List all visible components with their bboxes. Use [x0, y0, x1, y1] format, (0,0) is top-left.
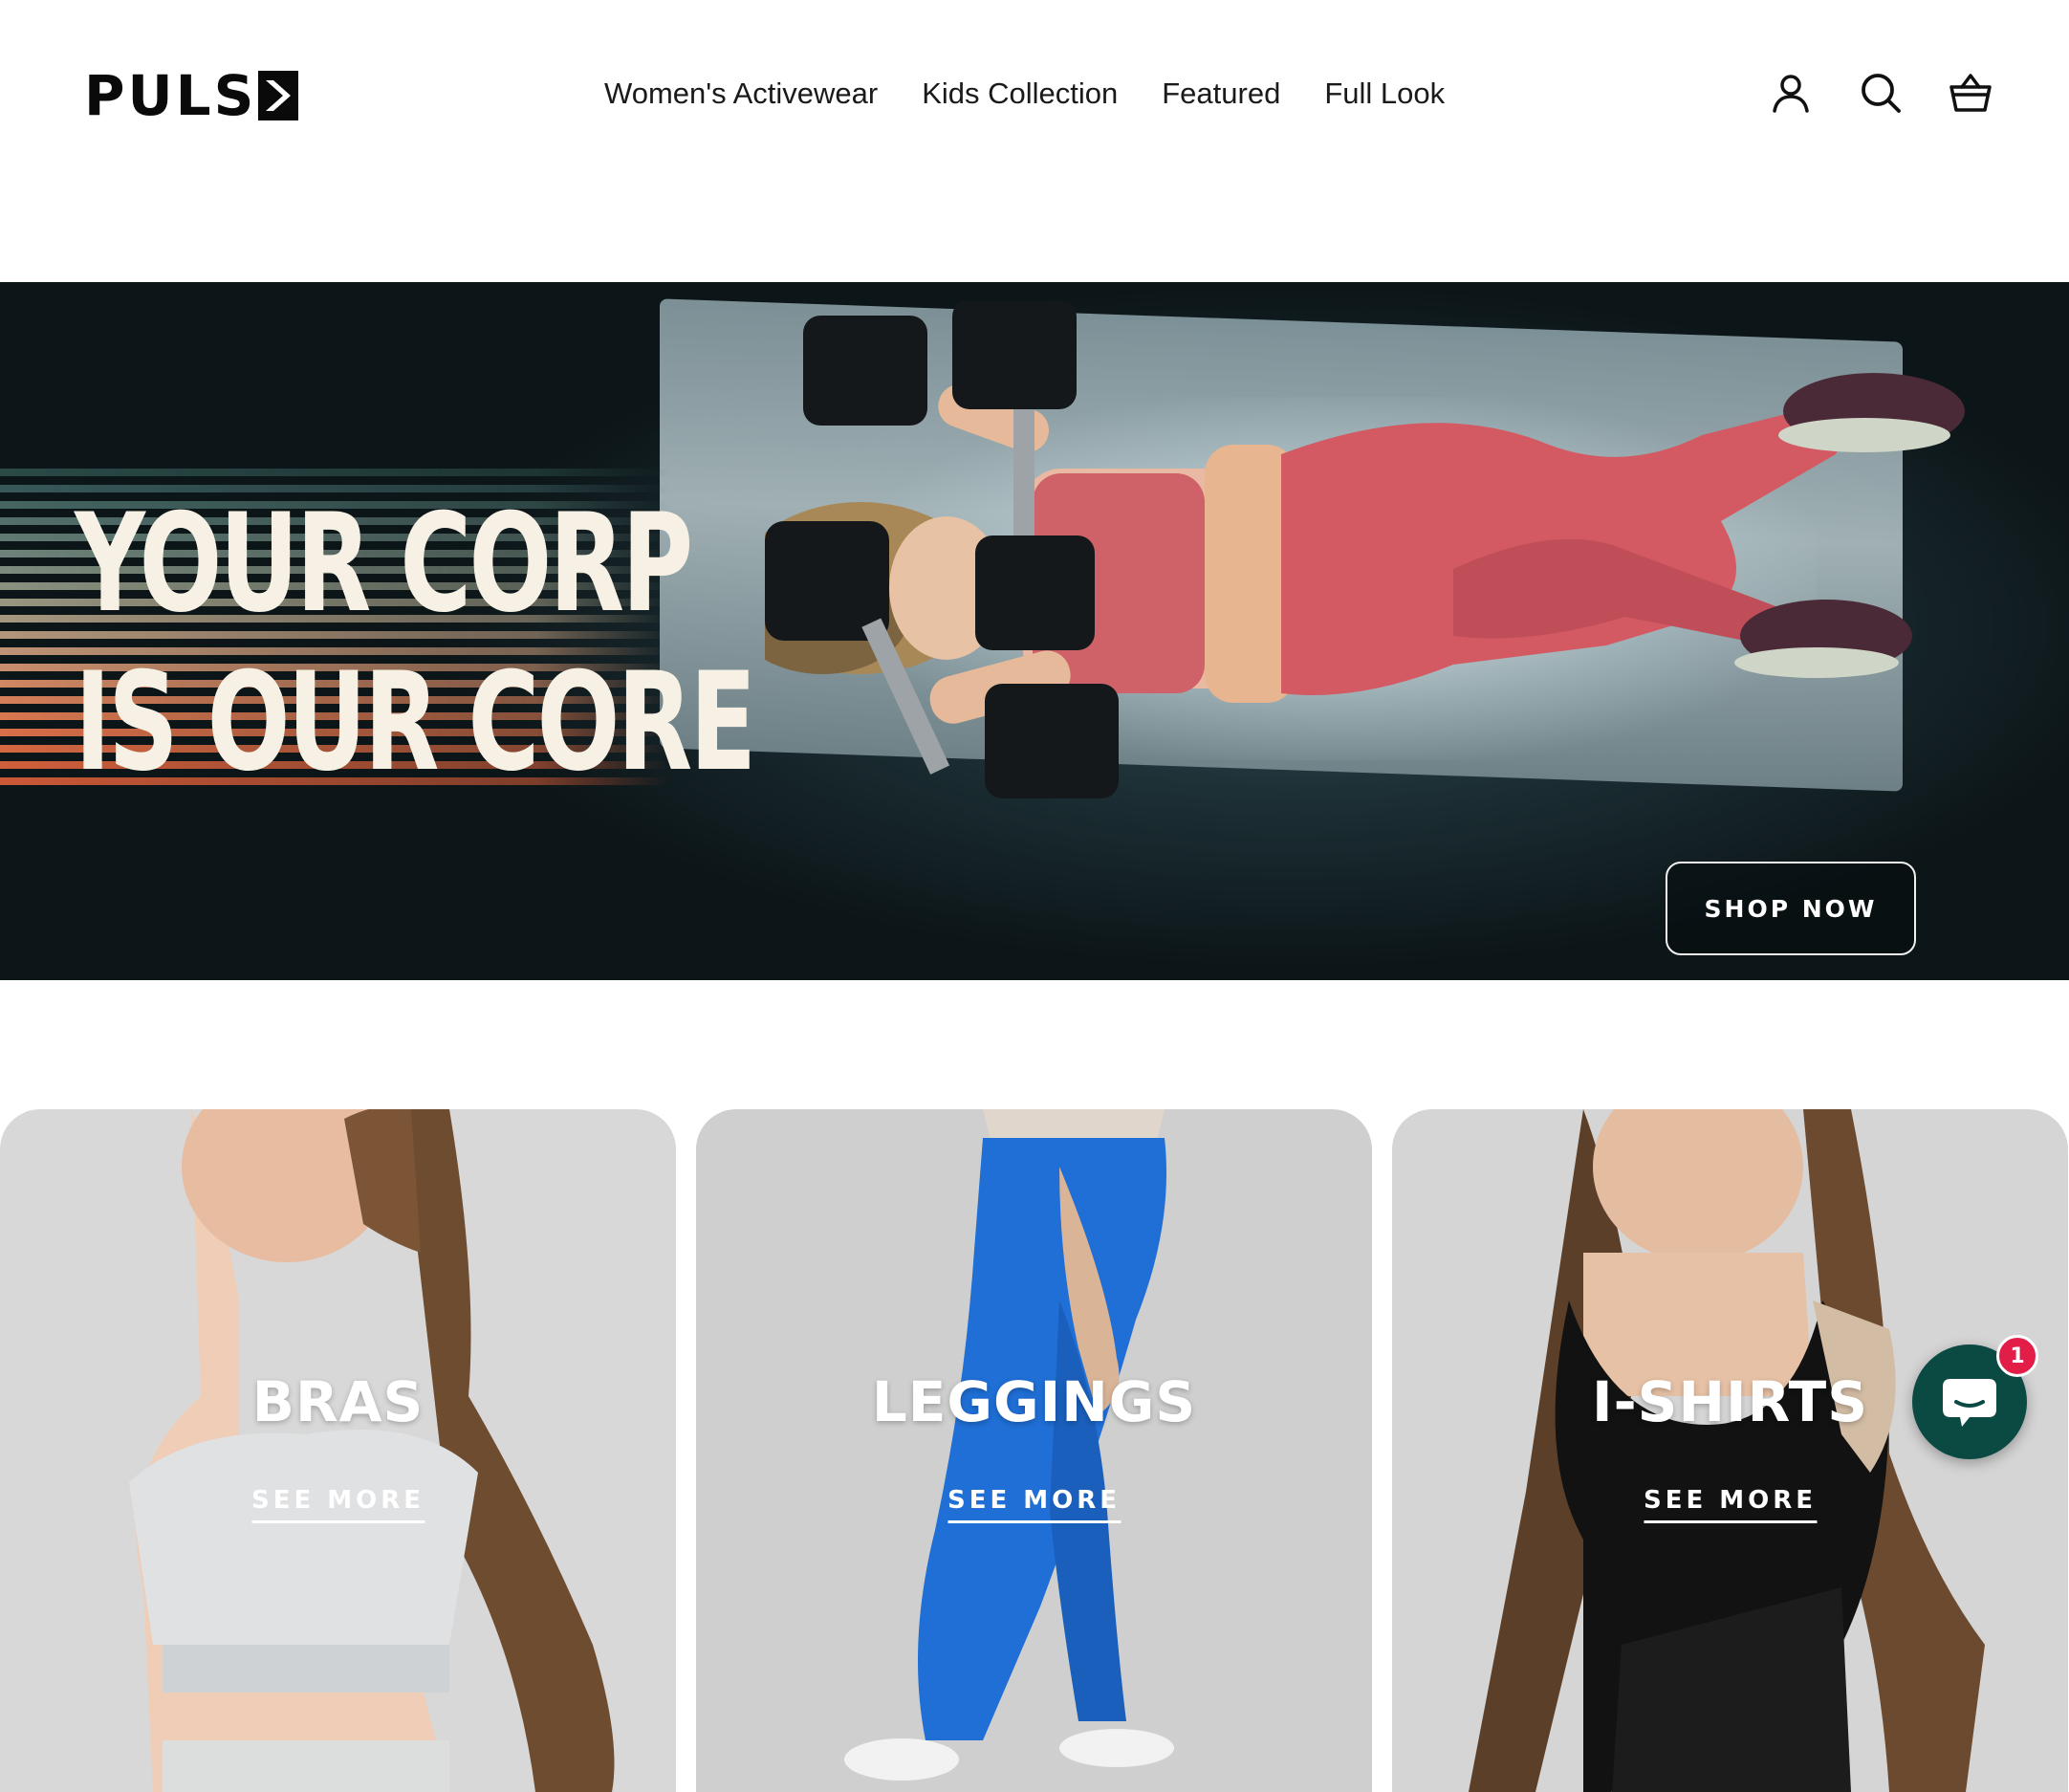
search-icon[interactable] [1859, 71, 1903, 115]
category-title: BRAS [251, 1369, 425, 1434]
hero-headline-line-1: YOUR CORP [75, 485, 693, 643]
cart-icon[interactable] [1949, 71, 1993, 115]
logo-wordmark: PULS [84, 63, 257, 128]
bras-model-image [129, 1109, 615, 1792]
category-card-leggings[interactable]: LEGGINGS SEE MORE [696, 1109, 1372, 1792]
category-grid: BRAS SEE MORE LEGGINGS SEE MORE I-SHIRTS… [0, 1109, 2069, 1792]
see-more-link[interactable]: SEE MORE [1643, 1486, 1818, 1523]
shop-now-button[interactable]: SHOP NOW [1666, 862, 1916, 955]
site-header: PULS Women's Activewear Kids Collection … [0, 0, 2069, 191]
nav-kids-collection[interactable]: Kids Collection [922, 73, 1118, 115]
logo-e-mark-icon [258, 71, 299, 120]
chat-bubble-icon [1943, 1379, 1996, 1427]
chat-notification-badge: 1 [1996, 1335, 2038, 1377]
header-actions [1769, 71, 1993, 115]
nav-womens-activewear[interactable]: Women's Activewear [604, 73, 878, 115]
see-more-link[interactable]: SEE MORE [250, 1486, 425, 1523]
pulse-logo[interactable]: PULS [84, 63, 299, 128]
hero-headline-line-2: IS OUR CORE [75, 644, 756, 801]
category-title: LEGGINGS [871, 1369, 1197, 1434]
nav-full-look[interactable]: Full Look [1324, 73, 1445, 115]
category-card-bras[interactable]: BRAS SEE MORE [0, 1109, 676, 1792]
hero-headline: YOUR CORP IS OUR CORE [75, 485, 756, 802]
see-more-link[interactable]: SEE MORE [947, 1486, 1122, 1523]
account-icon[interactable] [1769, 71, 1813, 115]
nav-featured[interactable]: Featured [1162, 73, 1280, 115]
leggings-model-image [844, 1109, 1174, 1781]
hero-banner[interactable]: YOUR CORP IS OUR CORE SHOP NOW [0, 282, 2069, 980]
